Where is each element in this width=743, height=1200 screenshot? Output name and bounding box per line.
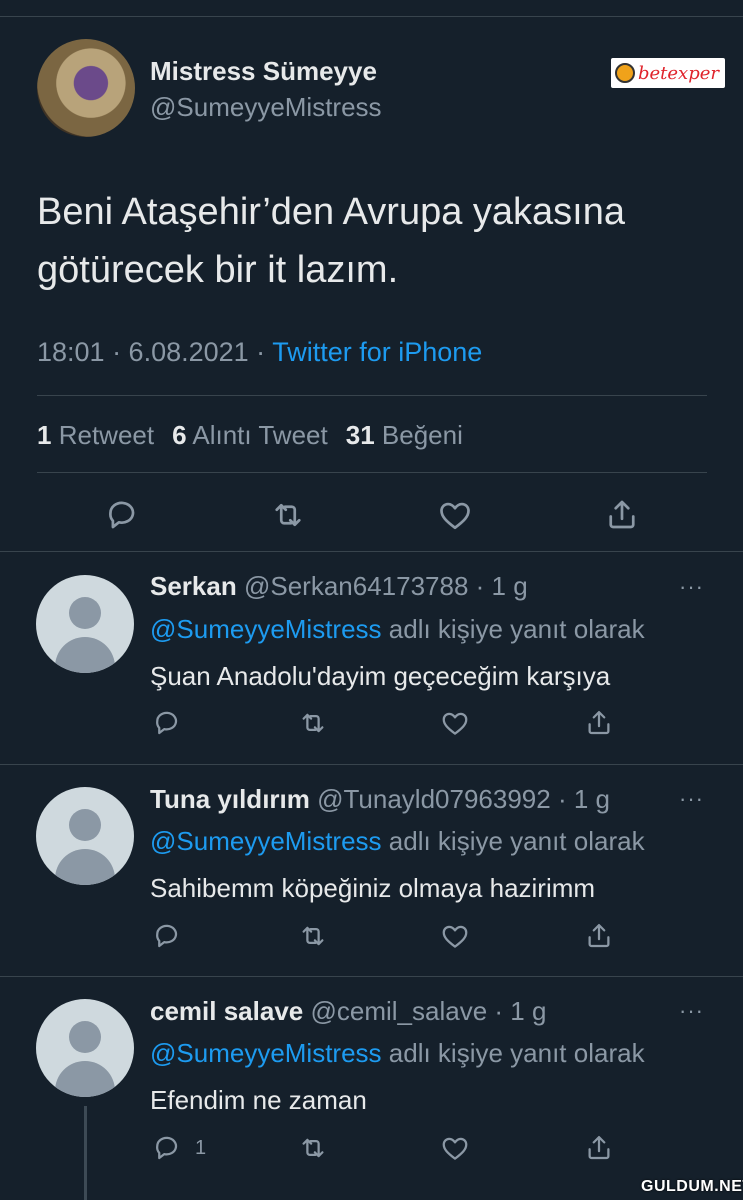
like-icon[interactable] bbox=[440, 1133, 470, 1163]
retweet-icon[interactable] bbox=[298, 921, 328, 951]
reply-icon[interactable] bbox=[151, 708, 181, 738]
reply-header: Tuna yıldırım @Tunayld07963992 · 1 g bbox=[150, 784, 610, 815]
quote-stat[interactable]: 6 Alıntı Tweet bbox=[172, 420, 328, 450]
reply-author-name[interactable]: cemil salave bbox=[150, 996, 303, 1026]
retweet-icon[interactable] bbox=[270, 497, 306, 533]
share-icon[interactable] bbox=[584, 1133, 614, 1163]
share-icon[interactable] bbox=[584, 921, 614, 951]
reply-icon[interactable] bbox=[151, 921, 181, 951]
replying-suffix: adlı kişiye yanıt olarak bbox=[381, 1038, 645, 1068]
replying-suffix: adlı kişiye yanıt olarak bbox=[381, 614, 645, 644]
tweet-timestamp: 18:01 · 6.08.2021 · bbox=[37, 337, 273, 367]
author-name[interactable]: Mistress Sümeyye bbox=[150, 56, 377, 87]
replying-suffix: adlı kişiye yanıt olarak bbox=[381, 826, 645, 856]
reply-avatar[interactable] bbox=[36, 787, 134, 885]
stats-divider bbox=[37, 472, 707, 473]
reply-author-name[interactable]: Serkan bbox=[150, 571, 237, 601]
author-handle[interactable]: @SumeyyeMistress bbox=[150, 92, 382, 123]
watermark: GULDUM.NET bbox=[641, 1178, 743, 1195]
betexper-logo: betexper bbox=[611, 58, 725, 88]
reply-icon[interactable] bbox=[103, 497, 139, 533]
replying-to: @SumeyyeMistress adlı kişiye yanıt olara… bbox=[150, 1038, 645, 1069]
reply-author-name[interactable]: Tuna yıldırım bbox=[150, 784, 310, 814]
coin-icon bbox=[615, 63, 635, 83]
mention-link[interactable]: @SumeyyeMistress bbox=[150, 1038, 382, 1068]
reply-avatar[interactable] bbox=[36, 575, 134, 673]
top-divider bbox=[0, 16, 743, 17]
replying-to: @SumeyyeMistress adlı kişiye yanıt olara… bbox=[150, 614, 645, 645]
tweet-divider bbox=[0, 551, 743, 552]
share-icon[interactable] bbox=[604, 497, 640, 533]
tweet-source-link[interactable]: Twitter for iPhone bbox=[272, 337, 482, 367]
reply-divider bbox=[0, 976, 743, 977]
retweet-icon[interactable] bbox=[298, 1133, 328, 1163]
reply-header: cemil salave @cemil_salave · 1 g bbox=[150, 996, 546, 1027]
like-count: 31 bbox=[345, 420, 375, 450]
reply-author-handle[interactable]: @Serkan64173788 · 1 g bbox=[244, 571, 528, 601]
tweet-text: Beni Ataşehir’den Avrupa yakasına götüre… bbox=[37, 191, 625, 291]
mention-link[interactable]: @SumeyyeMistress bbox=[150, 826, 382, 856]
like-icon[interactable] bbox=[440, 921, 470, 951]
reply-icon[interactable] bbox=[151, 1133, 181, 1163]
retweet-stat[interactable]: 1 Retweet bbox=[37, 420, 154, 450]
more-options-icon[interactable]: ··· bbox=[679, 998, 704, 1024]
meta-divider bbox=[37, 395, 707, 396]
reply-author-handle[interactable]: @cemil_salave · 1 g bbox=[310, 996, 546, 1026]
author-avatar[interactable] bbox=[37, 39, 135, 137]
reply-avatar[interactable] bbox=[36, 999, 134, 1097]
like-stat[interactable]: 31 Beğeni bbox=[346, 420, 463, 450]
like-icon[interactable] bbox=[437, 497, 473, 533]
like-icon[interactable] bbox=[440, 708, 470, 738]
reply-divider bbox=[0, 764, 743, 765]
share-icon[interactable] bbox=[584, 708, 614, 738]
replying-to: @SumeyyeMistress adlı kişiye yanıt olara… bbox=[150, 826, 645, 857]
brand-text: betexper bbox=[638, 62, 719, 84]
retweet-icon[interactable] bbox=[298, 708, 328, 738]
reply-text: Şuan Anadolu'dayim geçeceğim karşıya bbox=[150, 661, 611, 691]
mention-link[interactable]: @SumeyyeMistress bbox=[150, 614, 382, 644]
reply-author-handle[interactable]: @Tunayld07963992 · 1 g bbox=[317, 784, 610, 814]
like-label: Beğeni bbox=[381, 420, 463, 450]
more-options-icon[interactable]: ··· bbox=[679, 786, 704, 812]
tweet-meta: 18:01 · 6.08.2021 · Twitter for iPhone bbox=[37, 337, 482, 368]
more-options-icon[interactable]: ··· bbox=[679, 574, 704, 600]
retweet-count: 1 bbox=[37, 420, 52, 450]
quote-label: Alıntı Tweet bbox=[192, 420, 328, 450]
tweet-stats: 1 Retweet 6 Alıntı Tweet 31 Beğeni bbox=[37, 420, 463, 451]
thread-connector bbox=[84, 1106, 87, 1200]
reply-count: 1 bbox=[195, 1137, 207, 1159]
quote-count: 6 bbox=[172, 420, 187, 450]
reply-text: Efendim ne zaman bbox=[150, 1085, 367, 1115]
retweet-label: Retweet bbox=[58, 420, 155, 450]
reply-header: Serkan @Serkan64173788 · 1 g bbox=[150, 571, 528, 602]
reply-text: Sahibemm köpeğiniz olmaya hazirimm bbox=[150, 873, 596, 903]
